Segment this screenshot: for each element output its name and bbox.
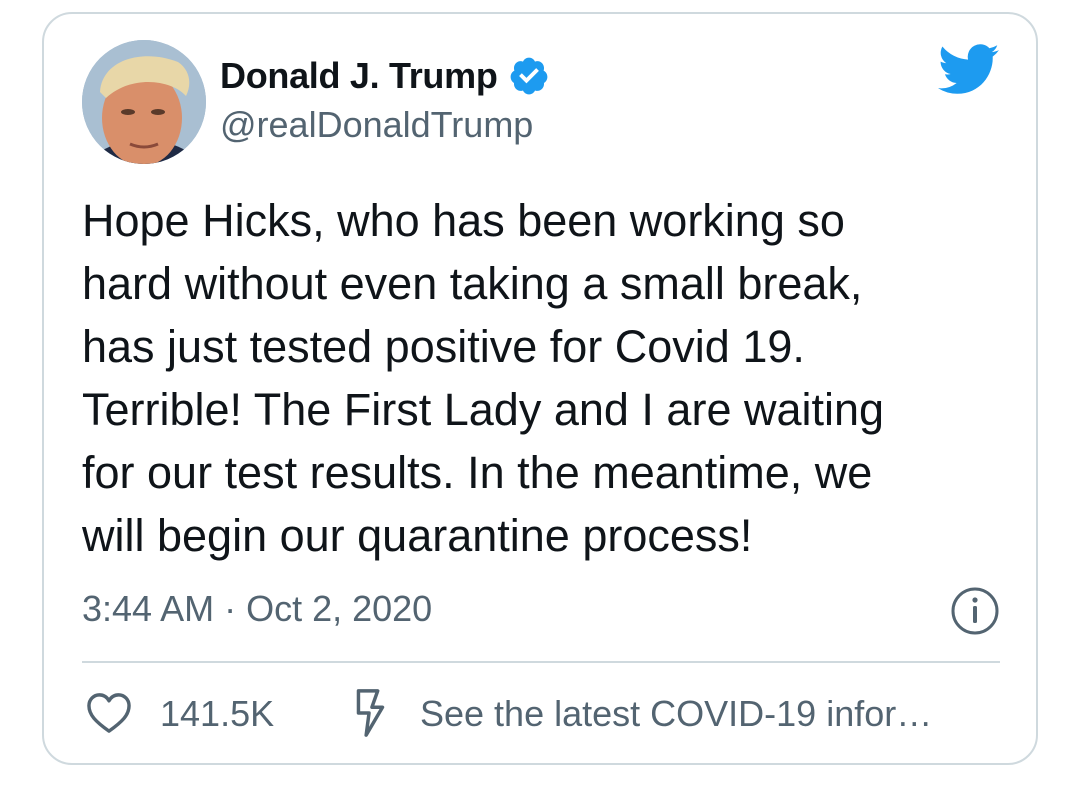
divider [82,661,1000,663]
twitter-bird-icon[interactable] [938,44,1000,96]
author-name-row: Donald J. Trump [220,54,550,98]
tweet-text-line: for our test results. In the meantime, w… [82,447,873,498]
lightning-bolt-icon [352,688,388,738]
tweet-timestamp[interactable]: 3:44 AM · Oct 2, 2020 [82,587,432,631]
author-display-name[interactable]: Donald J. Trump [220,55,498,97]
tweet-text-line: Hope Hicks, who has been working so [82,195,845,246]
avatar[interactable] [82,40,206,164]
covid-info-link[interactable]: See the latest COVID-19 infor… [420,692,932,736]
heart-icon[interactable] [86,692,132,734]
tweet-text-line: has just tested positive for Covid 19. [82,321,805,372]
like-count[interactable]: 141.5K [160,692,274,736]
info-icon[interactable] [950,586,1000,636]
tweet-text-line: Terrible! The First Lady and I are waiti… [82,384,885,435]
author-handle[interactable]: @realDonaldTrump [220,104,533,146]
tweet-text-line: hard without even taking a small break, [82,258,863,309]
verified-badge-icon [508,55,550,97]
tweet-text: Hope Hicks, who has been working so hard… [82,189,982,567]
tweet-text-line: will begin our quarantine process! [82,510,753,561]
